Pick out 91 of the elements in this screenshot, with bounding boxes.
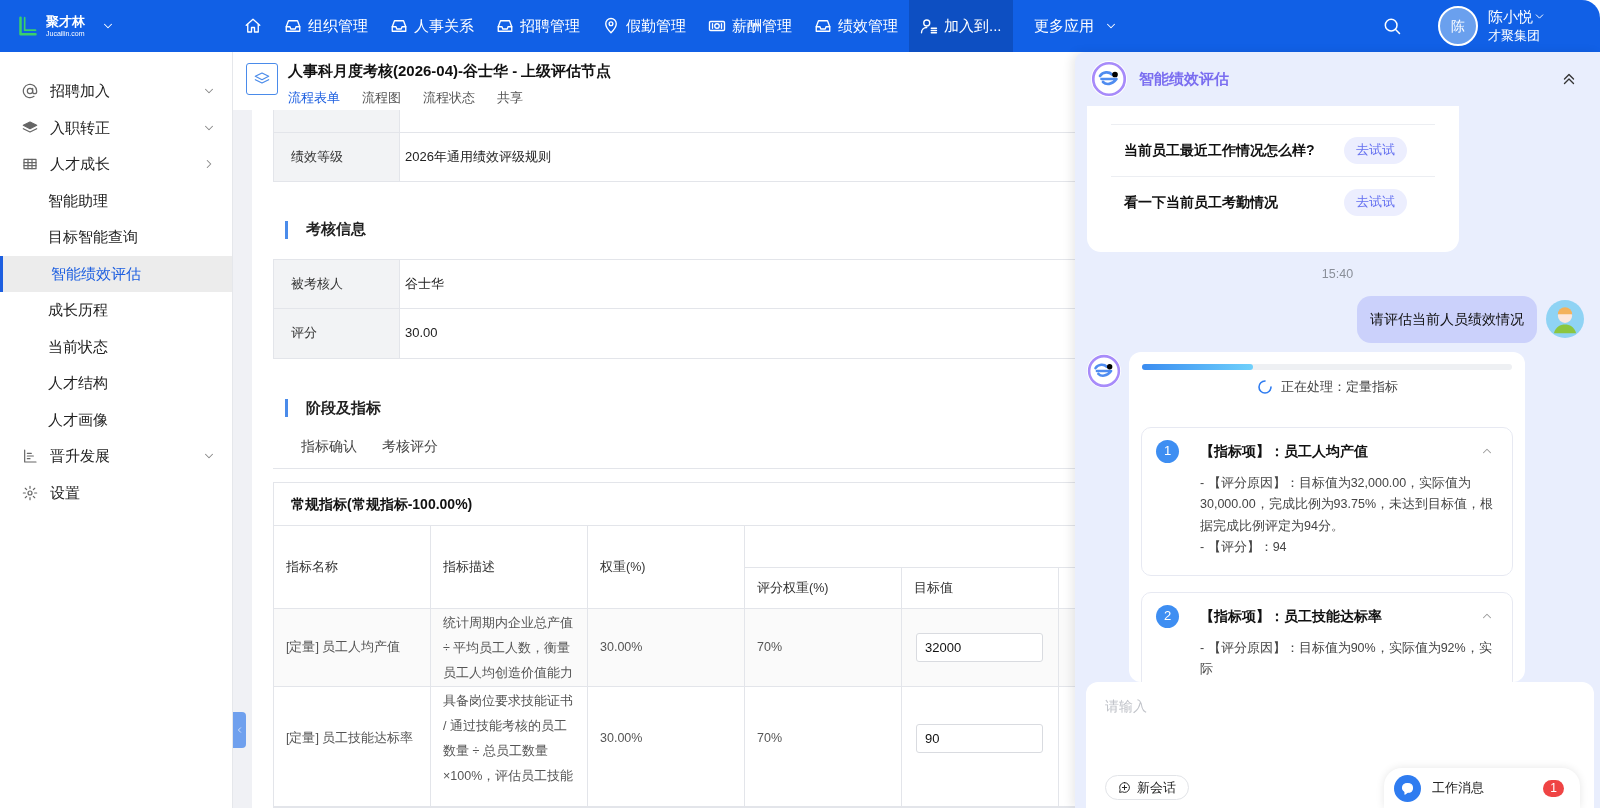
brand-name: 聚才林: [46, 15, 85, 28]
message-composer[interactable]: 请输入 新会话 工作消息 1: [1086, 682, 1594, 808]
sidebar-subitem[interactable]: 成长历程: [0, 292, 232, 329]
column-header: 评分权重(%): [745, 568, 902, 608]
field-label: 绩效等级: [273, 132, 400, 182]
unread-count: 1: [1543, 779, 1564, 797]
indicator-title: 【指标项】：员工技能达标率: [1200, 606, 1383, 626]
settings-icon: [22, 484, 38, 501]
work-messages-button[interactable]: 工作消息 1: [1384, 768, 1580, 808]
page-title: 人事科月度考核(2026-04)-谷士华 - 上级评估节点: [288, 61, 612, 81]
table-cell: 70%: [745, 609, 902, 686]
score-explanation: - 【评分】：94: [1200, 539, 1288, 556]
sidebar-item[interactable]: 晋升发展: [0, 438, 232, 475]
nav-tab[interactable]: 更多应用: [1022, 0, 1129, 52]
table-title: 常规指标(常规指标-100.00%): [274, 483, 1075, 526]
nav-tab[interactable]: 薪酬管理: [697, 0, 803, 52]
section-title: 阶段及指标: [306, 397, 381, 418]
field-value: 谷士华: [404, 275, 445, 294]
field-label: 评分: [273, 308, 400, 358]
nav-tab[interactable]: 假勤管理: [591, 0, 697, 52]
nav-tab[interactable]: 加入到...: [909, 0, 1013, 52]
chat-plus-icon: [1118, 781, 1131, 794]
step-number: 1: [1156, 439, 1179, 463]
user-list-icon: [920, 17, 938, 35]
column-header: 指标描述: [431, 526, 588, 608]
sidebar-subitem[interactable]: 目标智能查询: [0, 219, 232, 256]
score-explanation: - 【评分原因】：目标值为90%，实际值为92%，实际: [1200, 639, 1493, 678]
page-tab[interactable]: 流程图: [362, 87, 401, 112]
table-cell: 70%: [745, 687, 902, 806]
sidebar-item[interactable]: 设置: [0, 474, 232, 511]
sidebar-subitem[interactable]: 智能助理: [0, 182, 232, 219]
column-header: 权重(%): [588, 526, 745, 608]
sidebar-subitem[interactable]: 人才画像: [0, 401, 232, 438]
sidebar-item[interactable]: 人才成长: [0, 146, 232, 183]
sidebar-subitem[interactable]: 智能绩效评估: [0, 255, 232, 292]
target-value-field[interactable]: 32000: [916, 633, 1043, 662]
nav-tab[interactable]: 招聘管理: [485, 0, 591, 52]
table-cell: 统计周期内企业总产值 ÷ 平均员工人数，衡量员工人均创造价值能力: [431, 609, 588, 686]
sidebar-item[interactable]: 招聘加入: [0, 73, 232, 110]
sidebar-item[interactable]: 入职转正: [0, 109, 232, 146]
table-cell: 30.00%: [588, 687, 745, 806]
tray-icon: [496, 17, 514, 35]
nav-tab[interactable]: 人事关系: [379, 0, 485, 52]
step-number: 2: [1156, 604, 1179, 628]
processing-status: 正在处理：定量指标: [1280, 378, 1398, 396]
sidebar-subitem[interactable]: 人才结构: [0, 365, 232, 402]
column-header: 目标值: [902, 568, 1059, 608]
table-cell: 30.00%: [588, 609, 745, 686]
field-value: 2026年通用绩效评级规则: [404, 148, 552, 167]
tray-icon: [284, 17, 302, 35]
assistant-avatar-icon: [1087, 353, 1121, 388]
user-avatar-icon: [1546, 300, 1584, 339]
tray-icon: [390, 17, 408, 35]
stage-tab[interactable]: 考核评分: [382, 436, 438, 458]
at-sign-icon: [22, 83, 38, 100]
bar-chart-icon: [22, 448, 38, 465]
target-value-field[interactable]: 90: [916, 724, 1043, 753]
sidebar-subitem[interactable]: 当前状态: [0, 328, 232, 365]
user-message: 请评估当前人员绩效情况: [1357, 295, 1537, 343]
indicator-title: 【指标项】：员工人均产值: [1200, 441, 1369, 461]
layers-icon: [246, 63, 278, 95]
table-cell: [定量] 员工人均产值: [274, 609, 431, 686]
suggested-question: 当前员工最近工作情况怎么样?: [1124, 141, 1316, 160]
table-cell: 具备岗位要求技能证书 / 通过技能考核的员工数量 ÷ 总员工数量 ×100%，评估员工技能: [431, 687, 588, 806]
page-tab[interactable]: 流程状态: [423, 87, 475, 112]
chat-bubble-icon: [1394, 774, 1421, 802]
message-input-field[interactable]: 请输入: [1105, 696, 1575, 756]
suggested-question: 看一下当前员工考勤情况: [1124, 193, 1279, 212]
field-label: 被考核人: [273, 259, 400, 308]
home-icon: [244, 17, 262, 35]
try-button[interactable]: 去试试: [1344, 137, 1407, 164]
loading-spinner-icon: [1256, 379, 1273, 396]
tray-icon: [814, 17, 832, 35]
stage-tab[interactable]: 指标确认: [301, 436, 357, 458]
field-value: 30.00: [404, 324, 439, 343]
assistant-logo-icon: [1091, 61, 1127, 97]
try-button[interactable]: 去试试: [1344, 189, 1407, 216]
table-cell: [定量] 员工技能达标率: [274, 687, 431, 806]
collapse-handle-icon[interactable]: [233, 712, 246, 748]
assistant-title: 智能绩效评估: [1139, 68, 1230, 89]
page-tab[interactable]: 共享: [497, 87, 523, 112]
section-title: 考核信息: [306, 219, 366, 240]
location-pin-icon: [602, 17, 620, 35]
search-icon[interactable]: [1382, 16, 1402, 36]
message-time: 15:40: [1320, 266, 1355, 283]
nav-tab[interactable]: 组织管理: [273, 0, 379, 52]
column-header: 指标名称: [274, 526, 431, 608]
nav-tab[interactable]: 绩效管理: [803, 0, 909, 52]
company-name: 才聚集团: [1488, 28, 1541, 45]
user-name[interactable]: 陈小悦: [1488, 7, 1533, 27]
score-explanation: - 【评分原因】：目标值为32,000.00，实际值为30,000.00，完成比例为93.75%，未达到目标值，根据完成比例评定为94分。: [1200, 474, 1494, 535]
